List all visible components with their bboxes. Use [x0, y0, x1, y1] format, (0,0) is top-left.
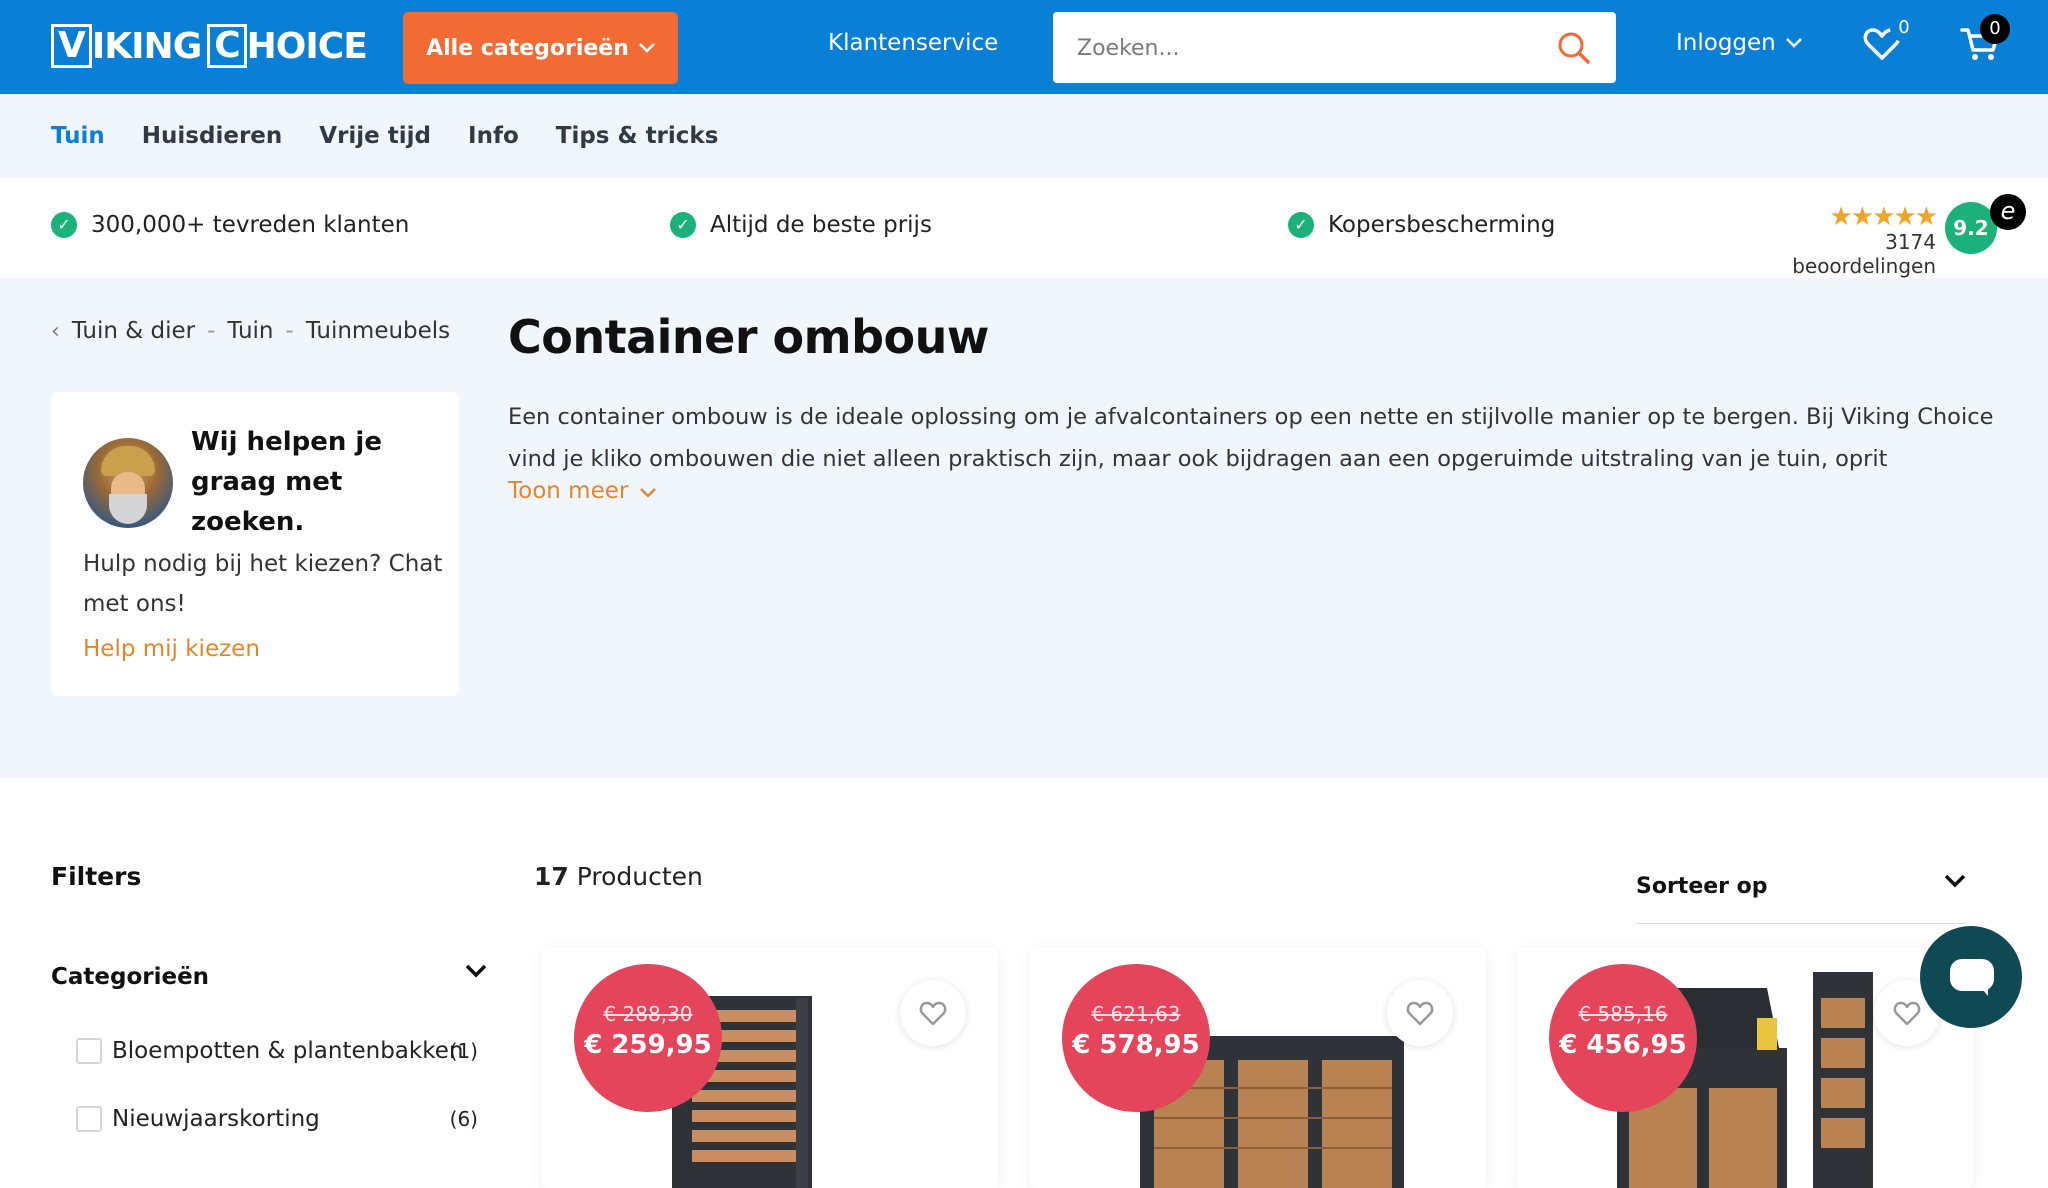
sale-price: € 456,95 [1559, 1030, 1687, 1060]
check-icon: ✓ [51, 212, 77, 238]
old-price: € 585,16 [1578, 1002, 1668, 1026]
old-price: € 288,30 [603, 1002, 693, 1026]
breadcrumb-separator: - [207, 318, 216, 344]
main-nav: Tuin Huisdieren Vrije tijd Info Tips & t… [0, 94, 2048, 178]
usp-label: 300,000+ tevreden klanten [91, 212, 410, 238]
category-intro: ‹ Tuin & dier - Tuin - Tuinmeubels Wij h… [0, 278, 2048, 778]
heart-icon [1893, 1001, 1921, 1026]
breadcrumb: ‹ Tuin & dier - Tuin - Tuinmeubels [51, 318, 450, 344]
nav-item-info[interactable]: Info [468, 123, 519, 149]
review-count: 3174 beoordelingen [1792, 230, 1936, 278]
filter-option[interactable]: Nieuwjaarskorting (6) [76, 1106, 478, 1132]
breadcrumb-item[interactable]: Tuinmeubels [306, 318, 450, 344]
show-more-link[interactable]: Toon meer [508, 478, 656, 504]
product-count: 17 Producten [534, 862, 703, 891]
check-icon: ✓ [1288, 212, 1314, 238]
logo-box-c: C [207, 24, 247, 68]
sale-price-badge: € 288,30 € 259,95 [574, 964, 722, 1112]
search-input[interactable] [1077, 30, 1537, 66]
sale-price-badge: € 585,16 € 456,95 [1549, 964, 1697, 1112]
add-to-wishlist-button[interactable] [900, 980, 966, 1046]
chevron-down-icon [639, 43, 655, 53]
nav-item-tuin[interactable]: Tuin [51, 123, 105, 149]
add-to-wishlist-button[interactable] [1387, 980, 1453, 1046]
product-count-number: 17 [534, 862, 569, 891]
all-categories-label: Alle categorieën [426, 35, 629, 61]
review-rating[interactable]: ★★★★★ 3174 beoordelingen [1746, 202, 1938, 278]
chat-launcher-button[interactable] [1920, 926, 2022, 1028]
help-title: Wij helpen je graag met zoeken. [191, 427, 382, 537]
star-rating-icon: ★★★★★ [1829, 202, 1938, 232]
category-filter-heading: Categorieën [51, 964, 210, 990]
filter-option-label: Nieuwjaarskorting [112, 1106, 320, 1132]
chat-icon-tail [1978, 984, 1988, 996]
search-bar [1053, 12, 1616, 83]
cart-count-badge: 0 [1980, 14, 2010, 44]
help-text: Hulp nodig bij het kiezen? Chat met ons! [83, 551, 443, 617]
chevron-down-icon [1785, 38, 1802, 48]
breadcrumb-separator: - [285, 318, 294, 344]
usp-bar: ✓ 300,000+ tevreden klanten ✓ Altijd de … [0, 178, 2048, 278]
site-header: V IKING C HOICE Alle categorieën Klanten… [0, 0, 2048, 94]
login-button[interactable]: Inloggen [1676, 30, 1802, 56]
sale-price: € 578,95 [1072, 1030, 1200, 1060]
wishlist-count-badge: 0 [1890, 14, 1918, 42]
sale-price: € 259,95 [584, 1030, 712, 1060]
chevron-left-icon[interactable]: ‹ [51, 319, 60, 344]
sort-label: Sorteer op [1636, 874, 1768, 899]
login-label: Inloggen [1676, 30, 1776, 56]
usp-item: ✓ Kopersbescherming [1288, 212, 1555, 238]
customer-service-link[interactable]: Klantenservice [828, 30, 998, 56]
usp-label: Altijd de beste prijs [710, 212, 932, 238]
logo-text-iking: IKING [91, 25, 202, 67]
chevron-down-icon [465, 964, 487, 978]
usp-label: Kopersbescherming [1328, 212, 1556, 238]
chevron-down-icon [1944, 874, 1966, 888]
filter-option-count: (1) [449, 1039, 478, 1063]
nav-item-vrije-tijd[interactable]: Vrije tijd [319, 123, 431, 149]
nav-item-huisdieren[interactable]: Huisdieren [142, 123, 282, 149]
old-price: € 621,63 [1091, 1002, 1181, 1026]
sale-price-badge: € 621,63 € 578,95 [1062, 964, 1210, 1112]
filter-option[interactable]: Bloempotten & plantenbakken (1) [76, 1038, 478, 1064]
category-description: Een container ombouw is de ideale oploss… [508, 404, 1994, 472]
category-filter-toggle[interactable]: Categorieën [51, 964, 487, 990]
show-more-label: Toon meer [508, 478, 629, 504]
logo-text-hoice: HOICE [246, 25, 368, 67]
usp-item: ✓ Altijd de beste prijs [670, 212, 932, 238]
chevron-down-icon [639, 488, 656, 498]
usp-item: ✓ 300,000+ tevreden klanten [51, 212, 409, 238]
filter-checkbox[interactable] [76, 1038, 102, 1064]
heart-icon [919, 1001, 947, 1026]
trustmark-e-icon[interactable]: e [1990, 194, 2026, 230]
heart-icon [1406, 1001, 1434, 1026]
help-me-choose-link[interactable]: Help mij kiezen [83, 636, 260, 662]
filter-option-label: Bloempotten & plantenbakken [112, 1038, 464, 1064]
breadcrumb-item[interactable]: Tuin & dier [72, 318, 195, 344]
filter-checkbox[interactable] [76, 1106, 102, 1132]
filter-option-count: (6) [449, 1107, 478, 1131]
page-title: Container ombouw [508, 310, 989, 364]
filters-title: Filters [51, 862, 142, 891]
all-categories-button[interactable]: Alle categorieën [403, 12, 678, 84]
avatar [83, 438, 173, 528]
breadcrumb-item[interactable]: Tuin [227, 318, 273, 344]
viking-choice-logo[interactable]: V IKING C HOICE [51, 22, 368, 70]
logo-box-v: V [51, 24, 92, 68]
search-icon[interactable] [1556, 30, 1592, 66]
check-icon: ✓ [670, 212, 696, 238]
nav-item-tips-tricks[interactable]: Tips & tricks [556, 123, 719, 149]
help-card: Wij helpen je graag met zoeken. Hulp nod… [51, 392, 459, 696]
sort-dropdown[interactable]: Sorteer op [1636, 874, 1966, 924]
product-count-label: Producten [576, 862, 703, 891]
